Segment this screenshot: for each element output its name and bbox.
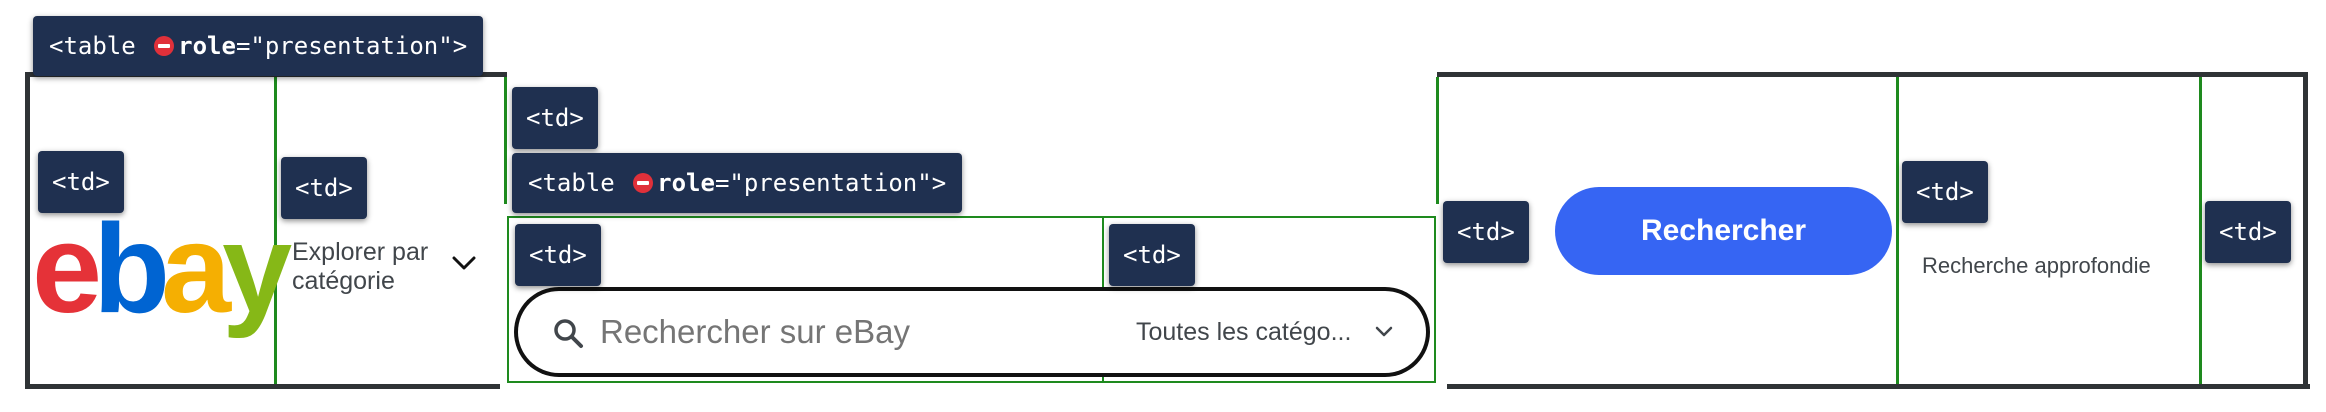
chevron-down-icon	[1375, 326, 1393, 337]
overlay-logo-td-text: <td>	[52, 168, 110, 196]
overlay-advanced-td-tag: <td>	[1902, 161, 1988, 223]
overlay-advanced-td-text: <td>	[1916, 178, 1974, 206]
explore-category-label-line2: catégorie	[292, 267, 395, 295]
cell-divider-advanced	[2199, 77, 2202, 384]
overlay-logo-td-tag: <td>	[38, 151, 124, 213]
ebay-logo[interactable]: ebay	[32, 206, 292, 332]
overlay-outer-table-attr: role	[178, 32, 236, 60]
no-entry-icon	[633, 173, 654, 193]
search-button[interactable]: Rechercher	[1555, 187, 1892, 275]
overlay-category-td-text: <td>	[295, 174, 353, 202]
outer-table-border-bottom-left	[25, 384, 500, 389]
logo-letter-y: y	[222, 198, 292, 339]
category-select-value: Toutes les catégo...	[1136, 318, 1352, 346]
overlay-last-td-text: <td>	[2219, 218, 2277, 246]
overlay-inner-table-prefix: <table	[528, 169, 630, 197]
inner-table-outline-left	[507, 216, 509, 383]
outer-table-border-left	[25, 72, 30, 389]
explore-category-button[interactable]: Explorer par catégorie	[292, 238, 452, 296]
overlay-inner-table-tag: <table role ="presentation">	[512, 153, 963, 213]
inner-table-outline-right	[1434, 216, 1436, 383]
cell-divider-category	[504, 77, 507, 204]
outer-table-border-bottom-right	[1447, 384, 2310, 389]
overlay-button-td-tag: <td>	[1443, 201, 1529, 263]
overlay-last-td-tag: <td>	[2205, 201, 2291, 263]
overlay-input-td-tag: <td>	[515, 224, 601, 286]
ebay-header-screenshot: ebay Explorer par catégorie Toutes les c…	[0, 0, 2326, 412]
overlay-button-td-text: <td>	[1457, 218, 1515, 246]
overlay-inner-table-attr: role	[657, 169, 715, 197]
cell-divider-search-wrap	[1436, 77, 1439, 204]
overlay-search-wrap-td-text: <td>	[526, 104, 584, 132]
overlay-search-wrap-td-tag: <td>	[512, 87, 598, 149]
advanced-search-link[interactable]: Recherche approfondie	[1922, 253, 2151, 279]
outer-table-border-top-right	[1437, 72, 2308, 77]
overlay-inner-table-suffix: ="presentation">	[714, 169, 947, 197]
search-input[interactable]	[600, 313, 1100, 351]
overlay-outer-table-tag: <table role ="presentation">	[33, 16, 484, 76]
inner-table-outline-top	[507, 216, 1436, 218]
chevron-down-icon[interactable]	[452, 255, 476, 271]
search-icon	[554, 319, 583, 348]
logo-letter-b: b	[93, 198, 170, 339]
overlay-outer-table-suffix: ="presentation">	[235, 32, 468, 60]
overlay-input-td-text: <td>	[529, 241, 587, 269]
no-entry-icon	[154, 36, 175, 56]
logo-letter-a: a	[161, 198, 231, 339]
outer-table-border-right	[2303, 72, 2308, 389]
overlay-select-td-tag: <td>	[1109, 224, 1195, 286]
overlay-category-td-tag: <td>	[281, 157, 367, 219]
inner-table-outline-bottom	[507, 381, 1436, 383]
overlay-outer-table-prefix: <table	[49, 32, 151, 60]
explore-category-label-line1: Explorer par	[292, 238, 429, 266]
cell-divider-button	[1896, 77, 1899, 384]
logo-letter-e: e	[32, 198, 102, 339]
overlay-select-td-text: <td>	[1123, 241, 1181, 269]
